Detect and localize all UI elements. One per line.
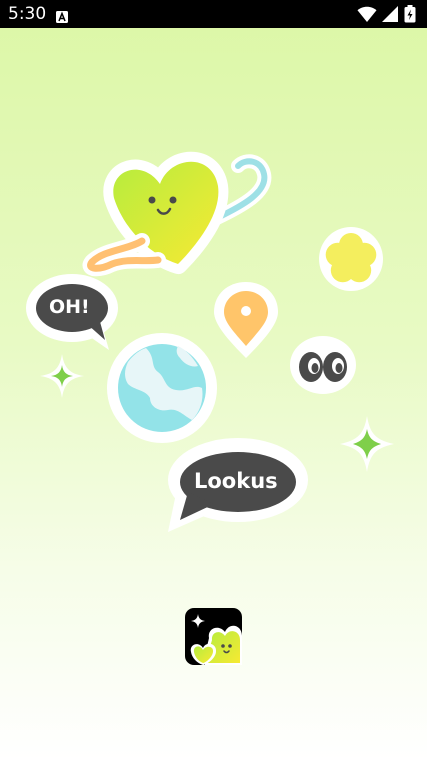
- flower-sticker: [312, 222, 390, 296]
- lookus-bubble-text: Lookus: [194, 469, 278, 493]
- sparkle-small-icon: [38, 352, 86, 400]
- battery-icon: [404, 5, 416, 23]
- app-notification-icon: [56, 8, 68, 23]
- heart-eye-right-icon: [169, 196, 177, 204]
- globe-sticker: [106, 332, 218, 444]
- status-time: 5:30: [8, 4, 47, 24]
- lookus-speech-bubble: Lookus: [164, 436, 308, 532]
- signal-icon: [381, 5, 399, 23]
- splash-screen: OH! Lookus: [0, 28, 427, 760]
- status-icons: [357, 5, 419, 23]
- location-pin-sticker: [212, 280, 280, 360]
- pin-dot-icon: [241, 306, 251, 316]
- googly-eyes-sticker: [290, 336, 356, 394]
- sparkle-large-icon: [338, 414, 396, 474]
- status-bar: 5:30: [0, 0, 427, 28]
- heart-character-sticker: [72, 146, 272, 286]
- app-logo-icon: [185, 608, 243, 665]
- heart-eye-left-icon: [148, 196, 156, 204]
- wifi-icon: [357, 5, 377, 23]
- oh-bubble-text: OH!: [49, 296, 90, 318]
